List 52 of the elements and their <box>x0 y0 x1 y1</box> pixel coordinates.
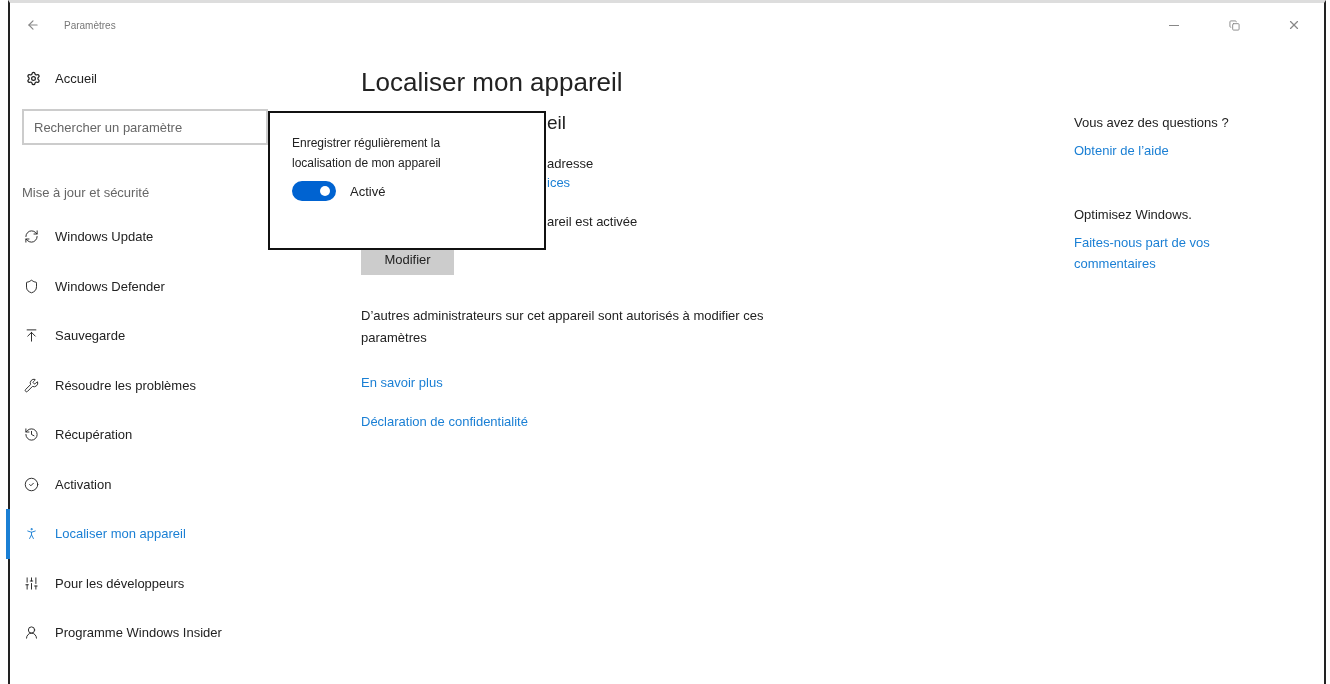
minimize-icon <box>1169 24 1179 26</box>
section-heading: Mise à jour et sécurité <box>22 185 150 200</box>
window-title: Paramètres <box>64 19 117 31</box>
search-field[interactable]: Rechercher un paramètre <box>22 109 268 145</box>
home-label: Accueil <box>55 70 97 86</box>
sliders-icon <box>24 575 39 591</box>
shield-icon <box>24 278 39 294</box>
person-icon <box>24 625 39 641</box>
person-icon <box>24 526 39 542</box>
sidebar-item[interactable]: Windows Defender <box>6 261 350 311</box>
item-label: Récupération <box>55 427 133 443</box>
sidebar-item[interactable]: Récupération <box>6 410 350 460</box>
toggle-switch[interactable] <box>292 181 336 201</box>
status-text: areil est activée <box>547 214 639 229</box>
help-link[interactable]: Faites-nous part de vos commentaires <box>1074 232 1254 274</box>
check-circle-icon <box>24 476 39 492</box>
sidebar-item[interactable]: Sauvegarde <box>6 311 350 361</box>
sidebar-item[interactable]: Résoudre les problèmes <box>6 360 350 410</box>
item-label: Localiser mon appareil <box>55 526 186 542</box>
item-label: Sauvegarde <box>55 328 126 344</box>
back-icon[interactable] <box>26 18 40 32</box>
sidebar-item[interactable]: Pour les développeurs <box>6 558 350 608</box>
settings-icon <box>26 70 41 86</box>
info-link[interactable]: Déclaration de confidentialité <box>361 414 1074 429</box>
popup-text: Enregistrer régulièrement la localisation de mon appareil <box>292 135 442 172</box>
settings-link[interactable]: ices <box>547 175 1074 190</box>
sidebar-item[interactable]: Windows Update <box>6 212 350 262</box>
item-label: Activation <box>55 476 112 492</box>
refresh-icon <box>24 229 39 245</box>
sidebar-item[interactable]: Programme Windows Insider <box>6 608 350 658</box>
close-icon <box>1287 18 1301 32</box>
sidebar-item[interactable]: Activation <box>6 459 350 509</box>
info-link[interactable]: En savoir plus <box>361 375 1074 390</box>
sidebar-item[interactable]: Localiser mon appareil <box>6 509 350 559</box>
page-title: Localiser mon appareil <box>361 67 624 98</box>
upload-arrow-icon <box>24 328 39 344</box>
description-text: adresse <box>547 156 595 171</box>
history-icon <box>24 427 39 443</box>
help-heading: Vous avez des questions ? <box>1074 115 1230 130</box>
item-label: Pour les développeurs <box>55 575 185 591</box>
home-link[interactable]: Accueil <box>10 65 350 91</box>
item-label: Programme Windows Insider <box>55 625 222 641</box>
restore-icon <box>1228 19 1240 31</box>
help-link[interactable]: Obtenir de l’aide <box>1074 140 1254 161</box>
item-label: Résoudre les problèmes <box>55 377 196 393</box>
item-label: Windows Defender <box>55 278 165 294</box>
info-text: D’autres administrateurs sur cet appareil sont autorisés à modifier ces paramètres <box>361 307 765 347</box>
item-label: Windows Update <box>55 229 154 245</box>
toggle-label: Activé <box>350 183 386 199</box>
help-heading: Optimisez Windows. <box>1074 207 1193 222</box>
wrench-icon <box>24 377 39 393</box>
section-heading: eil <box>547 112 567 134</box>
